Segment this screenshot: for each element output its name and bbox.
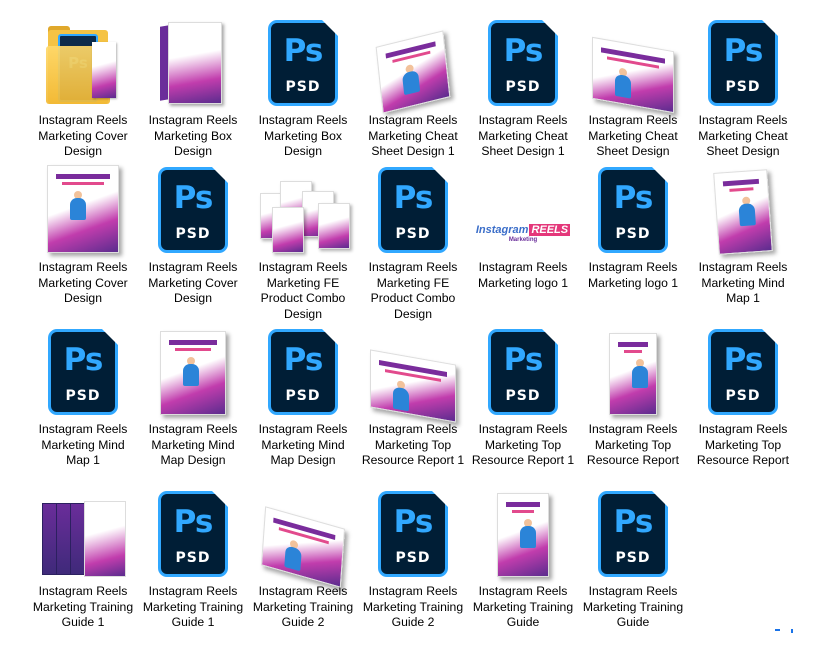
file-name: Instagram Reels Marketing Cheat Sheet De…	[478, 113, 568, 158]
file-item[interactable]: Ps PSD Instagram Reels Marketing Top Reso…	[688, 321, 798, 469]
report-thumbnail	[578, 321, 688, 419]
file-item[interactable]: Ps PSD Instagram Reels Marketing Cover De…	[138, 159, 248, 307]
file-name: Instagram Reels Marketing logo 1	[477, 260, 569, 290]
file-item[interactable]: Instagram Reels Marketing Box Design	[138, 12, 248, 160]
file-item[interactable]: Ps PSD Instagram Reels Marketing Mind Map…	[28, 321, 138, 469]
file-name: Instagram Reels Marketing Cover Design	[38, 260, 128, 305]
cover-thumbnail	[28, 159, 138, 257]
file-item[interactable]: Ps PSD Instagram Reels Marketing Cheat Sh…	[468, 12, 578, 160]
photoshop-file-icon: Ps PSD	[708, 329, 778, 415]
file-name: Instagram Reels Marketing Training Guide…	[362, 584, 464, 629]
file-item[interactable]: Instagram Reels Marketing Mind Map Desig…	[138, 321, 248, 469]
file-item[interactable]: Instagram Reels Marketing Training Guide…	[248, 483, 358, 631]
file-item[interactable]: Ps PSD Instagram Reels Marketing Mind Map…	[248, 321, 358, 469]
mind-map-thumbnail	[688, 159, 798, 257]
file-name: Instagram Reels Marketing Cheat Sheet De…	[588, 113, 678, 158]
photoshop-file-icon: Ps PSD	[378, 167, 448, 253]
file-name: Instagram Reels Marketing Box Design	[148, 113, 238, 158]
training-guide-thumbnail	[248, 483, 358, 588]
photoshop-file-icon: Ps PSD	[488, 329, 558, 415]
file-item[interactable]: Ps PSD Instagram Reels Marketing Training…	[358, 483, 468, 631]
file-name: Instagram Reels Marketing Mind Map 1	[38, 422, 128, 467]
file-name: Instagram Reels Marketing Training Guide…	[142, 584, 244, 629]
logo-image: Instagram REELS Marketing	[475, 224, 571, 243]
photoshop-file-icon: Ps PSD	[158, 167, 228, 253]
photoshop-file-icon: Ps PSD	[378, 491, 448, 577]
file-name: Instagram Reels Marketing Top Resource R…	[586, 422, 680, 467]
report-thumbnail	[358, 321, 468, 423]
file-name: Instagram Reels Marketing Cover Design	[148, 260, 238, 305]
file-item[interactable]: Instagram Reels Marketing FE Product Com…	[248, 159, 358, 322]
file-name: Instagram Reels Marketing Box Design	[258, 113, 348, 158]
cheat-sheet-thumbnail	[578, 12, 688, 114]
file-item[interactable]: Ps PSD Instagram Reels Marketing Top Reso…	[468, 321, 578, 469]
file-name: Instagram Reels Marketing FE Product Com…	[368, 260, 458, 321]
file-name: Instagram Reels Marketing Training Guide…	[32, 584, 134, 629]
training-guide-thumbnail	[468, 483, 578, 581]
file-item[interactable]: Instagram Reels Marketing Training Guide	[468, 483, 578, 631]
file-item[interactable]: Ps PSD Instagram Reels Marketing Training…	[138, 483, 248, 631]
box-mockup-thumbnail	[138, 12, 248, 110]
folder-icon: Ps	[28, 12, 138, 110]
file-item[interactable]: Ps PSD Instagram Reels Marketing Box Desi…	[248, 12, 358, 160]
file-item[interactable]: Instagram REELS Marketing Instagram Reels…	[468, 159, 578, 291]
training-guide-thumbnail	[28, 483, 138, 581]
file-name: Instagram Reels Marketing Mind Map Desig…	[258, 422, 348, 467]
logo-thumbnail: Instagram REELS Marketing	[468, 159, 578, 257]
file-name: Instagram Reels Marketing Top Resource R…	[361, 422, 465, 467]
file-name: Instagram Reels Marketing Mind Map Desig…	[148, 422, 238, 467]
mind-map-thumbnail	[138, 321, 248, 419]
file-name: Instagram Reels Marketing Mind Map 1	[698, 260, 788, 305]
file-item[interactable]: Ps PSD Instagram Reels Marketing Cheat Sh…	[688, 12, 798, 160]
photoshop-file-icon: Ps PSD	[268, 20, 338, 106]
file-item[interactable]: Instagram Reels Marketing Training Guide…	[28, 483, 138, 631]
combo-thumbnail	[248, 159, 358, 257]
file-item[interactable]: Ps PSD Instagram Reels Marketing FE Produ…	[358, 159, 468, 322]
photoshop-file-icon: Ps PSD	[708, 20, 778, 106]
file-item[interactable]: Instagram Reels Marketing Top Resource R…	[578, 321, 688, 469]
photoshop-file-icon: Ps PSD	[268, 329, 338, 415]
file-item[interactable]: Ps Instagram Reels Marketing Cover Desig…	[28, 12, 138, 160]
file-name: Instagram Reels Marketing Top Resource R…	[471, 422, 575, 467]
photoshop-file-icon: Ps PSD	[158, 491, 228, 577]
file-item[interactable]: Ps PSD Instagram Reels Marketing Training…	[578, 483, 688, 631]
file-name: Instagram Reels Marketing Top Resource R…	[696, 422, 790, 467]
file-name: Instagram Reels Marketing Training Guide	[582, 584, 684, 629]
file-name: Instagram Reels Marketing logo 1	[587, 260, 679, 290]
file-item[interactable]: Instagram Reels Marketing Mind Map 1	[688, 159, 798, 307]
file-name: Instagram Reels Marketing Training Guide…	[252, 584, 354, 629]
photoshop-file-icon: Ps PSD	[598, 491, 668, 577]
file-item[interactable]: Instagram Reels Marketing Cheat Sheet De…	[358, 12, 468, 160]
scroll-indicator	[775, 629, 797, 633]
file-item[interactable]: Instagram Reels Marketing Top Resource R…	[358, 321, 468, 469]
file-item[interactable]: Instagram Reels Marketing Cover Design	[28, 159, 138, 307]
cheat-sheet-thumbnail	[358, 12, 468, 114]
photoshop-file-icon: Ps PSD	[598, 167, 668, 253]
file-name: Instagram Reels Marketing Cover Design	[38, 113, 128, 158]
file-name: Instagram Reels Marketing Cheat Sheet De…	[698, 113, 788, 158]
file-item[interactable]: Instagram Reels Marketing Cheat Sheet De…	[578, 12, 688, 160]
file-name: Instagram Reels Marketing Training Guide	[472, 584, 574, 629]
file-name: Instagram Reels Marketing Cheat Sheet De…	[368, 113, 458, 158]
file-item[interactable]: Ps PSD Instagram Reels Marketing logo 1	[578, 159, 688, 291]
photoshop-file-icon: Ps PSD	[488, 20, 558, 106]
file-grid: Ps Instagram Reels Marketing Cover Desig…	[0, 0, 834, 651]
photoshop-file-icon: Ps PSD	[48, 329, 118, 415]
file-name: Instagram Reels Marketing FE Product Com…	[258, 260, 348, 321]
